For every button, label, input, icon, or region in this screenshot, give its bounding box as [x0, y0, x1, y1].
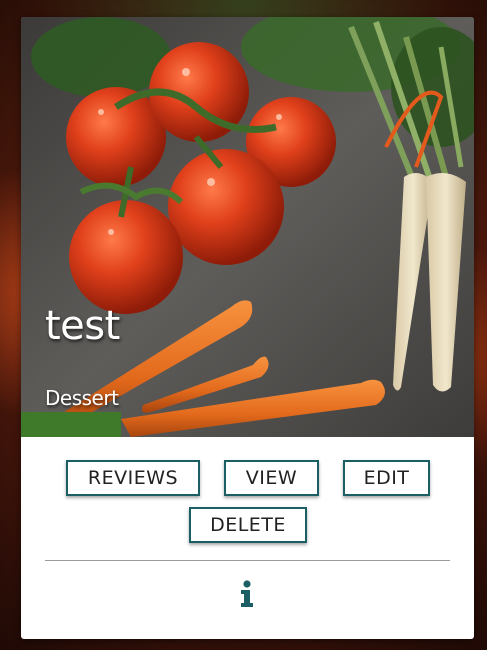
edit-button[interactable]: EDIT: [343, 460, 430, 496]
recipe-image: test Dessert: [21, 17, 474, 437]
delete-button[interactable]: DELETE: [189, 507, 307, 543]
reviews-button[interactable]: REVIEWS: [66, 460, 200, 496]
vegetables-photo: [21, 17, 474, 437]
recipe-category: Dessert: [45, 386, 119, 410]
info-icon[interactable]: [236, 579, 258, 609]
recipe-title: test: [45, 303, 120, 349]
divider: [45, 560, 450, 561]
view-button[interactable]: VIEW: [224, 460, 319, 496]
recipe-card: test Dessert REVIEWS VIEW EDIT DELETE: [21, 17, 474, 639]
